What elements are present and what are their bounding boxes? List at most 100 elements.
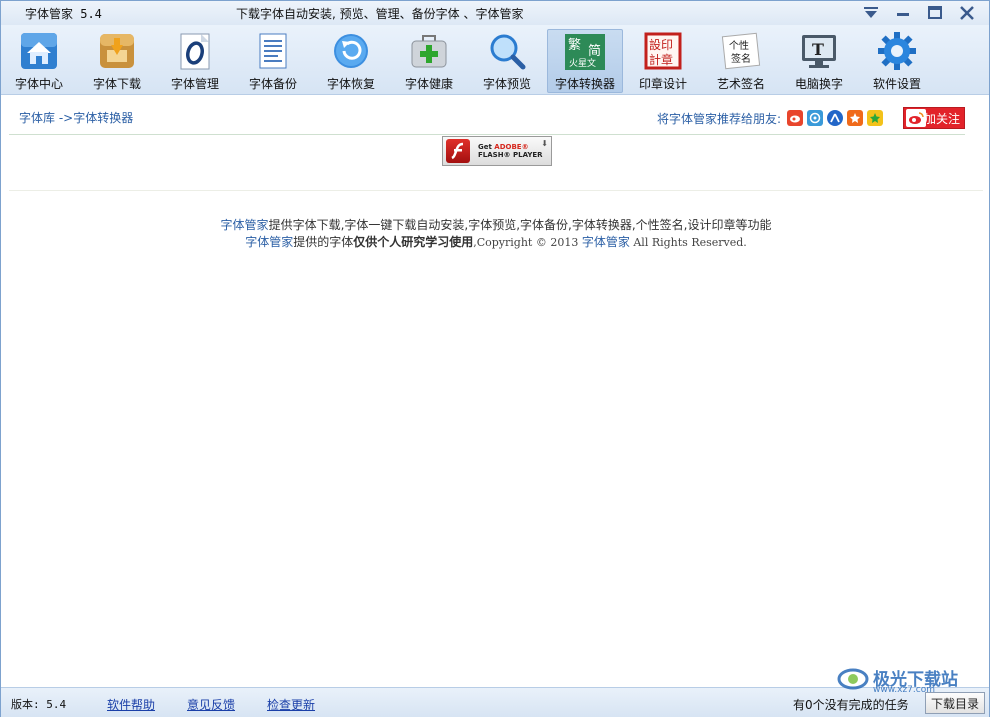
maximize-button[interactable] <box>921 3 949 23</box>
watermark: 极光下载站 www.xz7.com <box>837 663 958 695</box>
svg-text:設印: 設印 <box>649 37 673 52</box>
tool-label: 软件设置 <box>872 77 921 91</box>
watermark-logo-icon <box>837 668 869 690</box>
brand-link[interactable]: 字体管家 <box>245 235 293 249</box>
medical-kit-icon <box>407 29 451 73</box>
tool-label: 字体健康 <box>404 77 453 91</box>
tool-label: 印章设计 <box>638 77 687 91</box>
rights-text: All Rights Reserved. <box>629 236 747 249</box>
tool-font-health[interactable]: 字体健康 <box>391 29 467 93</box>
tool-label: 字体下载 <box>92 77 141 91</box>
svg-text:計章: 計章 <box>649 52 673 67</box>
tool-art-signature[interactable]: 个性 签名 艺术签名 <box>703 29 779 93</box>
tool-font-center[interactable]: 字体中心 <box>1 29 77 93</box>
document-icon <box>251 29 295 73</box>
divider <box>9 134 965 135</box>
help-link[interactable]: 软件帮助 <box>107 696 155 713</box>
share-bar: 将字体管家推荐给朋友: 加关注 <box>657 107 965 129</box>
weibo-icon <box>906 109 926 127</box>
flash-text: Get ADOBE® FLASH® PLAYER <box>478 143 543 159</box>
tool-label: 字体管理 <box>170 77 219 91</box>
title-bar[interactable]: 字体管家 5.4 下载字体自动安装, 预览、管理、备份字体 、字体管家 <box>1 1 989 25</box>
chevron-down-icon <box>864 7 878 18</box>
content-area: 字体库 ->字体转换器 将字体管家推荐给朋友: 加关注 Get ADOBE® F… <box>9 99 983 685</box>
svg-text:T: T <box>812 40 824 59</box>
copyright-line-2: 字体管家提供的字体仅供个人研究学习使用,Copyright © 2013 字体管… <box>9 234 983 251</box>
weibo-share-icon[interactable] <box>787 110 803 126</box>
tool-seal-design[interactable]: 設印 計章 印章设计 <box>625 29 701 93</box>
app-subtitle: 下载字体自动安装, 预览、管理、备份字体 、字体管家 <box>236 7 524 21</box>
monitor-t-icon: T <box>797 29 841 73</box>
renren-share-icon[interactable] <box>827 110 843 126</box>
copyright-line-1: 字体管家提供字体下载,字体一键下载自动安装,字体预览,字体备份,字体转换器,个性… <box>9 217 983 234</box>
download-box-icon <box>95 29 139 73</box>
version-label: 版本: 5.4 <box>11 698 67 711</box>
seal-icon: 設印 計章 <box>641 29 685 73</box>
status-bar: 版本: 5.4 软件帮助 意见反馈 检查更新 有0个没有完成的任务 下载目录 <box>1 687 989 717</box>
breadcrumb-root-link[interactable]: 字体库 <box>19 111 55 125</box>
get-flash-player-button[interactable]: Get ADOBE® FLASH® PLAYER ⬇ <box>442 136 552 166</box>
tool-label: 艺术签名 <box>716 77 765 91</box>
restore-icon <box>329 29 373 73</box>
tool-font-backup[interactable]: 字体备份 <box>235 29 311 93</box>
font-o-icon <box>173 29 217 73</box>
tool-font-converter[interactable]: 繁 简 火星文 字体转换器 <box>547 29 623 93</box>
tool-pc-font-replace[interactable]: T 电脑换字 <box>781 29 857 93</box>
app-title: 字体管家 5.4 <box>25 7 102 21</box>
brand-link[interactable]: 字体管家 <box>221 218 269 232</box>
svg-text:简: 简 <box>588 43 601 59</box>
divider <box>9 190 983 191</box>
notice-text: 提供的字体 <box>293 235 354 249</box>
follow-label: 加关注 <box>923 111 960 126</box>
house-icon <box>17 29 61 73</box>
menu-dropdown-button[interactable] <box>857 3 885 23</box>
tool-label: 电脑换字 <box>794 77 843 91</box>
qq-share-icon[interactable] <box>867 110 883 126</box>
qzone-share-icon[interactable] <box>807 110 823 126</box>
tool-label: 字体预览 <box>482 77 531 91</box>
tool-label: 字体备份 <box>248 77 297 91</box>
copyright-block: 字体管家提供字体下载,字体一键下载自动安装,字体预览,字体备份,字体转换器,个性… <box>9 217 983 251</box>
gear-icon <box>875 29 919 73</box>
main-toolbar: 字体中心 字体下载 字体管理 字体备份 字体恢复 字体健康 字体预览 繁 简 火… <box>1 25 989 95</box>
signature-icon: 个性 签名 <box>719 29 763 73</box>
kaixin-share-icon[interactable] <box>847 110 863 126</box>
download-directory-button[interactable]: 下载目录 <box>925 692 985 714</box>
svg-text:个性: 个性 <box>729 39 749 52</box>
close-button[interactable] <box>953 3 981 23</box>
minimize-icon <box>897 13 909 16</box>
flash-get-text: Get <box>478 143 495 151</box>
copyright-text: ,Copyright © 2013 <box>473 236 582 249</box>
tool-label: 字体恢复 <box>326 77 375 91</box>
task-status: 有0个没有完成的任务 <box>793 698 909 712</box>
breadcrumb: 字体库 ->字体转换器 <box>19 109 133 126</box>
tool-label: 字体中心 <box>14 77 63 91</box>
tool-font-manage[interactable]: 字体管理 <box>157 29 233 93</box>
watermark-url: www.xz7.com <box>873 685 935 695</box>
svg-text:火星文: 火星文 <box>569 57 596 69</box>
tool-font-download[interactable]: 字体下载 <box>79 29 155 93</box>
flash-logo-icon <box>446 139 470 163</box>
tool-font-restore[interactable]: 字体恢复 <box>313 29 389 93</box>
app-window: 字体管家 5.4 下载字体自动安装, 预览、管理、备份字体 、字体管家 字体中心… <box>0 0 990 717</box>
window-controls <box>857 3 981 23</box>
maximize-icon <box>928 6 942 19</box>
brand-link[interactable]: 字体管家 <box>582 235 630 249</box>
check-update-link[interactable]: 检查更新 <box>267 696 315 713</box>
svg-text:繁: 繁 <box>568 37 581 53</box>
feedback-link[interactable]: 意见反馈 <box>187 696 235 713</box>
tool-font-preview[interactable]: 字体预览 <box>469 29 545 93</box>
svg-text:签名: 签名 <box>731 52 751 65</box>
tool-label: 字体转换器 <box>554 77 615 91</box>
minimize-button[interactable] <box>889 3 917 23</box>
tool-settings[interactable]: 软件设置 <box>859 29 935 93</box>
follow-weibo-button[interactable]: 加关注 <box>903 107 965 129</box>
magnifier-icon <box>485 29 529 73</box>
flash-adobe-text: ADOBE® <box>494 143 529 151</box>
share-label: 将字体管家推荐给朋友: <box>656 111 781 126</box>
download-arrow-icon: ⬇ <box>541 139 548 148</box>
feature-text: 提供字体下载,字体一键下载自动安装,字体预览,字体备份,字体转换器,个性签名,设… <box>268 218 772 232</box>
breadcrumb-current: ->字体转换器 <box>55 111 134 125</box>
notice-bold-text: 仅供个人研究学习使用 <box>353 235 474 249</box>
flash-player-text: FLASH® PLAYER <box>478 151 543 159</box>
